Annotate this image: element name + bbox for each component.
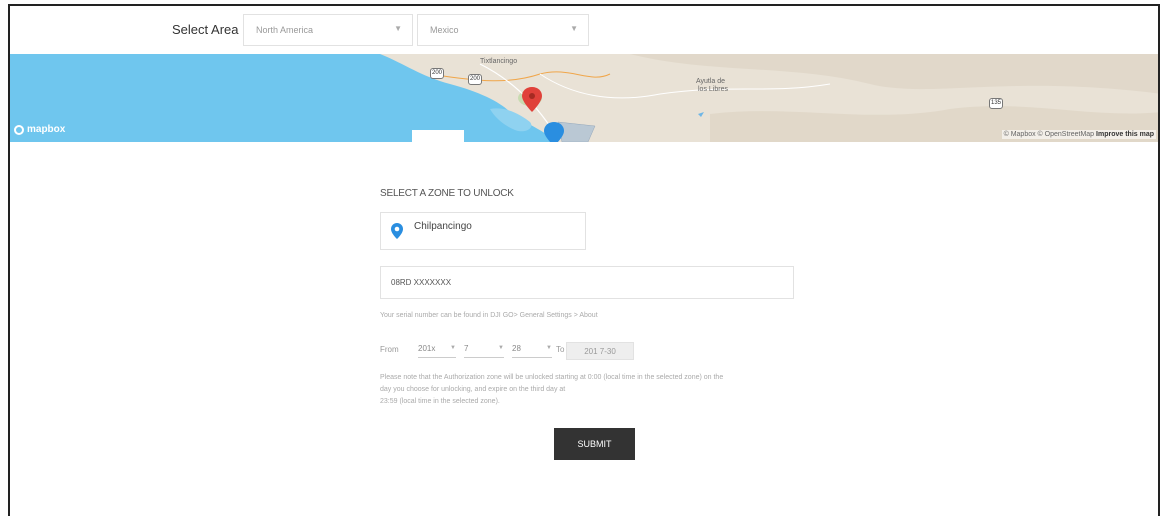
month-value: 7 — [464, 344, 469, 353]
continent-select[interactable]: North America ▼ — [243, 14, 413, 46]
location-pin-icon — [391, 223, 403, 239]
date-range-row: From 201x ▼ 7 ▼ 28 ▼ To 201 7-30 — [380, 340, 680, 360]
notice-line: day you choose for unlocking, and expire… — [380, 386, 566, 393]
day-value: 28 — [512, 344, 521, 353]
notice-line: Please note that the Authorization zone … — [380, 374, 724, 381]
country-select[interactable]: Mexico ▼ — [417, 14, 589, 46]
submit-button[interactable]: SUBMIT — [554, 428, 635, 460]
chevron-down-icon: ▼ — [570, 24, 578, 33]
ocean-shape — [10, 54, 555, 142]
day-select[interactable]: 28 ▼ — [512, 342, 552, 358]
improve-map-link[interactable]: Improve this map — [1096, 131, 1154, 138]
notice-line: 23:59 (local time in the selected zone). — [380, 398, 500, 405]
year-select[interactable]: 201x ▼ — [418, 342, 456, 358]
month-select[interactable]: 7 ▼ — [464, 342, 504, 358]
page-frame: Select Area North America ▼ Mexico ▼ Tix… — [8, 4, 1160, 516]
chevron-down-icon: ▼ — [450, 345, 456, 351]
zone-name: Chilpancingo — [414, 221, 472, 232]
serial-number-value: 08RD XXXXXXX — [391, 278, 452, 287]
town-label: los Libres — [698, 86, 728, 93]
serial-number-hint: Your serial number can be found in DJI G… — [380, 312, 598, 319]
mapbox-icon — [14, 124, 24, 135]
area-selector-bar: Select Area North America ▼ Mexico ▼ — [10, 6, 1158, 56]
serial-number-input[interactable]: 08RD XXXXXXX — [380, 266, 794, 299]
road-shield: 135 — [989, 98, 1003, 109]
mapbox-logo[interactable]: mapbox — [14, 124, 65, 135]
attribution-text: © Mapbox © OpenStreetMap — [1003, 131, 1095, 138]
unlock-notice: Please note that the Authorization zone … — [380, 372, 810, 408]
red-map-pin — [522, 87, 542, 112]
road-shield: 200 — [430, 68, 444, 79]
to-label: To — [556, 345, 565, 354]
road-shield: 200 — [468, 74, 482, 85]
chevron-down-icon: ▼ — [546, 345, 552, 351]
end-date-field: 201 7-30 — [566, 342, 634, 360]
map-view[interactable]: Tixtlancingo Ayutla de los Libres 200 20… — [10, 54, 1158, 142]
from-label: From — [380, 345, 399, 354]
country-select-value: Mexico — [430, 25, 459, 35]
mapbox-logo-text: mapbox — [27, 124, 66, 135]
continent-select-value: North America — [256, 25, 314, 35]
map-attribution: © Mapbox © OpenStreetMap Improve this ma… — [1001, 130, 1156, 139]
town-label: Tixtlancingo — [480, 58, 518, 65]
select-area-label: Select Area — [172, 22, 239, 37]
chevron-down-icon: ▼ — [498, 345, 504, 351]
year-value: 201x — [418, 344, 436, 353]
zone-select-field[interactable]: Chilpancingo — [380, 212, 586, 250]
zone-heading: SELECT A ZONE TO UNLOCK — [380, 188, 514, 199]
town-label: Ayutla de — [696, 78, 726, 85]
chevron-down-icon: ▼ — [394, 24, 402, 33]
map-overlay-patch — [412, 130, 464, 142]
map-canvas — [10, 54, 1158, 142]
